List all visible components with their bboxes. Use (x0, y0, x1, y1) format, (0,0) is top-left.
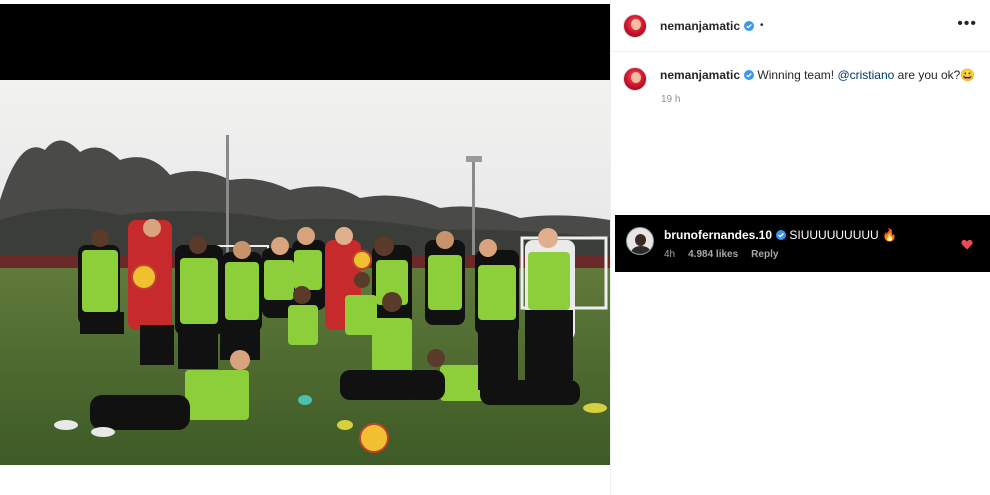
post-header: nemanjamatic • ••• (611, 0, 990, 52)
redaction-bar (0, 4, 610, 80)
team-photo[interactable] (0, 80, 610, 465)
highlighted-comment: brunofernandes.10 SIUUUUUUUUU 🔥 4h 4.984… (615, 215, 990, 272)
commenter-username[interactable]: brunofernandes.10 (664, 228, 772, 242)
more-options-icon[interactable]: ••• (957, 16, 977, 32)
header-separator: • (760, 20, 764, 31)
comment-reply-button[interactable]: Reply (751, 249, 778, 260)
comment-likes-count[interactable]: 4.984 likes (688, 249, 738, 260)
caption-mention-link[interactable]: @cristiano (837, 68, 894, 82)
comment-meta: 4h 4.984 likes Reply (664, 249, 897, 260)
post-caption: nemanjamatic Winning team! @cristiano ar… (623, 67, 983, 91)
comment-text: SIUUUUUUUUU 🔥 (789, 228, 897, 242)
verified-badge-icon (744, 20, 755, 31)
caption-text-start: Winning team! (757, 68, 838, 82)
caption-text: nemanjamatic Winning team! @cristiano ar… (660, 67, 975, 91)
caption-text-end: are you ok?😀 (894, 68, 976, 82)
verified-badge-icon (776, 230, 787, 240)
heart-icon[interactable] (961, 239, 973, 250)
comment-body: brunofernandes.10 SIUUUUUUUUU 🔥 4h 4.984… (664, 227, 897, 260)
caption-author-username[interactable]: nemanjamatic (660, 68, 740, 82)
caption-timestamp[interactable]: 19 h (661, 94, 680, 105)
team-photo-illustration (0, 80, 610, 465)
comment-line: brunofernandes.10 SIUUUUUUUUU 🔥 (664, 227, 897, 243)
comment-timestamp[interactable]: 4h (664, 249, 675, 260)
verified-badge-icon (744, 70, 755, 80)
instagram-post-view: nemanjamatic • ••• nemanjamatic Winning … (0, 0, 990, 495)
author-avatar[interactable] (623, 13, 647, 38)
author-username[interactable]: nemanjamatic (660, 19, 740, 33)
caption-author-avatar[interactable] (623, 67, 647, 91)
commenter-avatar[interactable] (626, 227, 654, 255)
post-media (0, 0, 610, 495)
